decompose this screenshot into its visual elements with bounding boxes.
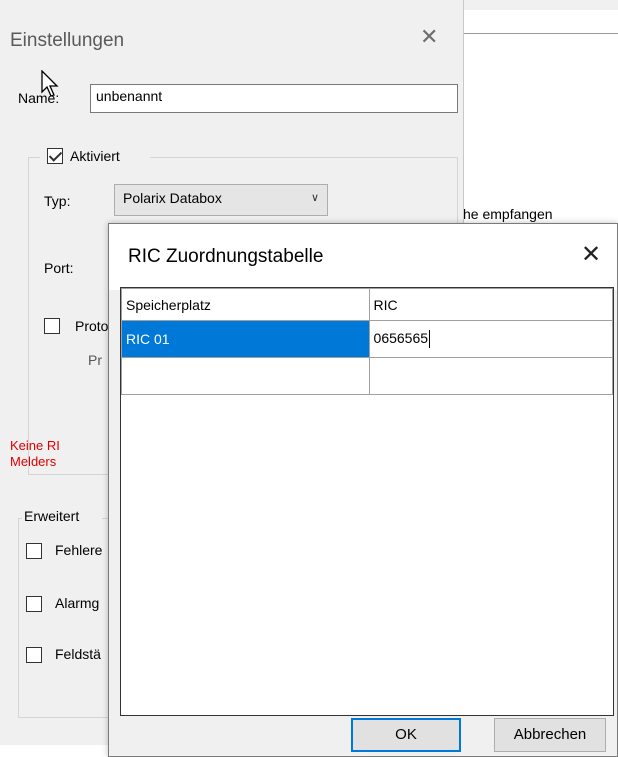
proto-checkbox[interactable] — [44, 318, 60, 334]
option-checkbox-3[interactable] — [26, 647, 42, 663]
settings-title: Einstellungen — [10, 30, 125, 51]
column-header-ric[interactable]: RIC — [368, 288, 614, 321]
aktiviert-checkbox[interactable] — [47, 148, 63, 164]
ric-dialog-title: RIC Zuordnungstabelle — [128, 246, 324, 267]
settings-titlebar: Einstellungen ✕ — [0, 10, 463, 70]
warning-line-2: Melders — [10, 454, 57, 469]
typ-label: Typ: — [44, 193, 71, 209]
ric-dialog: RIC Zuordnungstabelle ✕ Speicherplatz RI… — [108, 223, 618, 757]
table-row[interactable] — [121, 357, 614, 395]
chevron-down-icon: ∨ — [310, 192, 319, 204]
ric-table: Speicherplatz RIC RIC 01 0656565 — [120, 287, 614, 716]
settings-close-icon[interactable]: ✕ — [420, 24, 438, 50]
warning-line-1: Keine RI — [10, 438, 60, 453]
table-row[interactable]: RIC 01 0656565 — [121, 320, 614, 358]
name-input[interactable]: unbenannt — [90, 84, 458, 113]
mouse-cursor-icon — [41, 70, 59, 97]
erweitert-label: Erweitert — [24, 508, 80, 524]
aktiviert-label: Aktiviert — [70, 148, 120, 164]
proto-label: Proto — [75, 318, 109, 334]
text-caret — [429, 330, 431, 349]
option-label-1: Fehlere — [55, 542, 103, 558]
background-window-divider — [463, 33, 618, 34]
background-window-frame — [463, 0, 618, 10]
table-header-row: Speicherplatz RIC — [121, 288, 614, 321]
ric-close-icon[interactable]: ✕ — [581, 240, 601, 269]
cell-ric[interactable] — [368, 357, 614, 395]
ok-button[interactable]: OK — [351, 718, 461, 752]
column-header-speicherplatz[interactable]: Speicherplatz — [121, 288, 370, 321]
cell-speicherplatz[interactable]: RIC 01 — [121, 320, 370, 358]
option-label-3: Feldstä — [55, 646, 101, 662]
cell-ric-value: 0656565 — [373, 329, 429, 346]
option-label-2: Alarmg — [55, 595, 100, 611]
cell-ric-editing[interactable]: 0656565 — [368, 320, 614, 358]
typ-select[interactable]: Polarix Databox ∨ — [114, 184, 328, 216]
typ-select-value: Polarix Databox — [123, 190, 222, 206]
pr-label: Pr — [88, 352, 102, 368]
option-checkbox-1[interactable] — [26, 543, 42, 559]
option-checkbox-2[interactable] — [26, 596, 42, 612]
cell-speicherplatz[interactable] — [121, 357, 370, 395]
port-label: Port: — [44, 260, 74, 276]
background-text-fragment: he empfangen — [463, 206, 553, 222]
cancel-button[interactable]: Abbrechen — [494, 718, 606, 752]
ric-titlebar: RIC Zuordnungstabelle ✕ — [109, 224, 617, 290]
